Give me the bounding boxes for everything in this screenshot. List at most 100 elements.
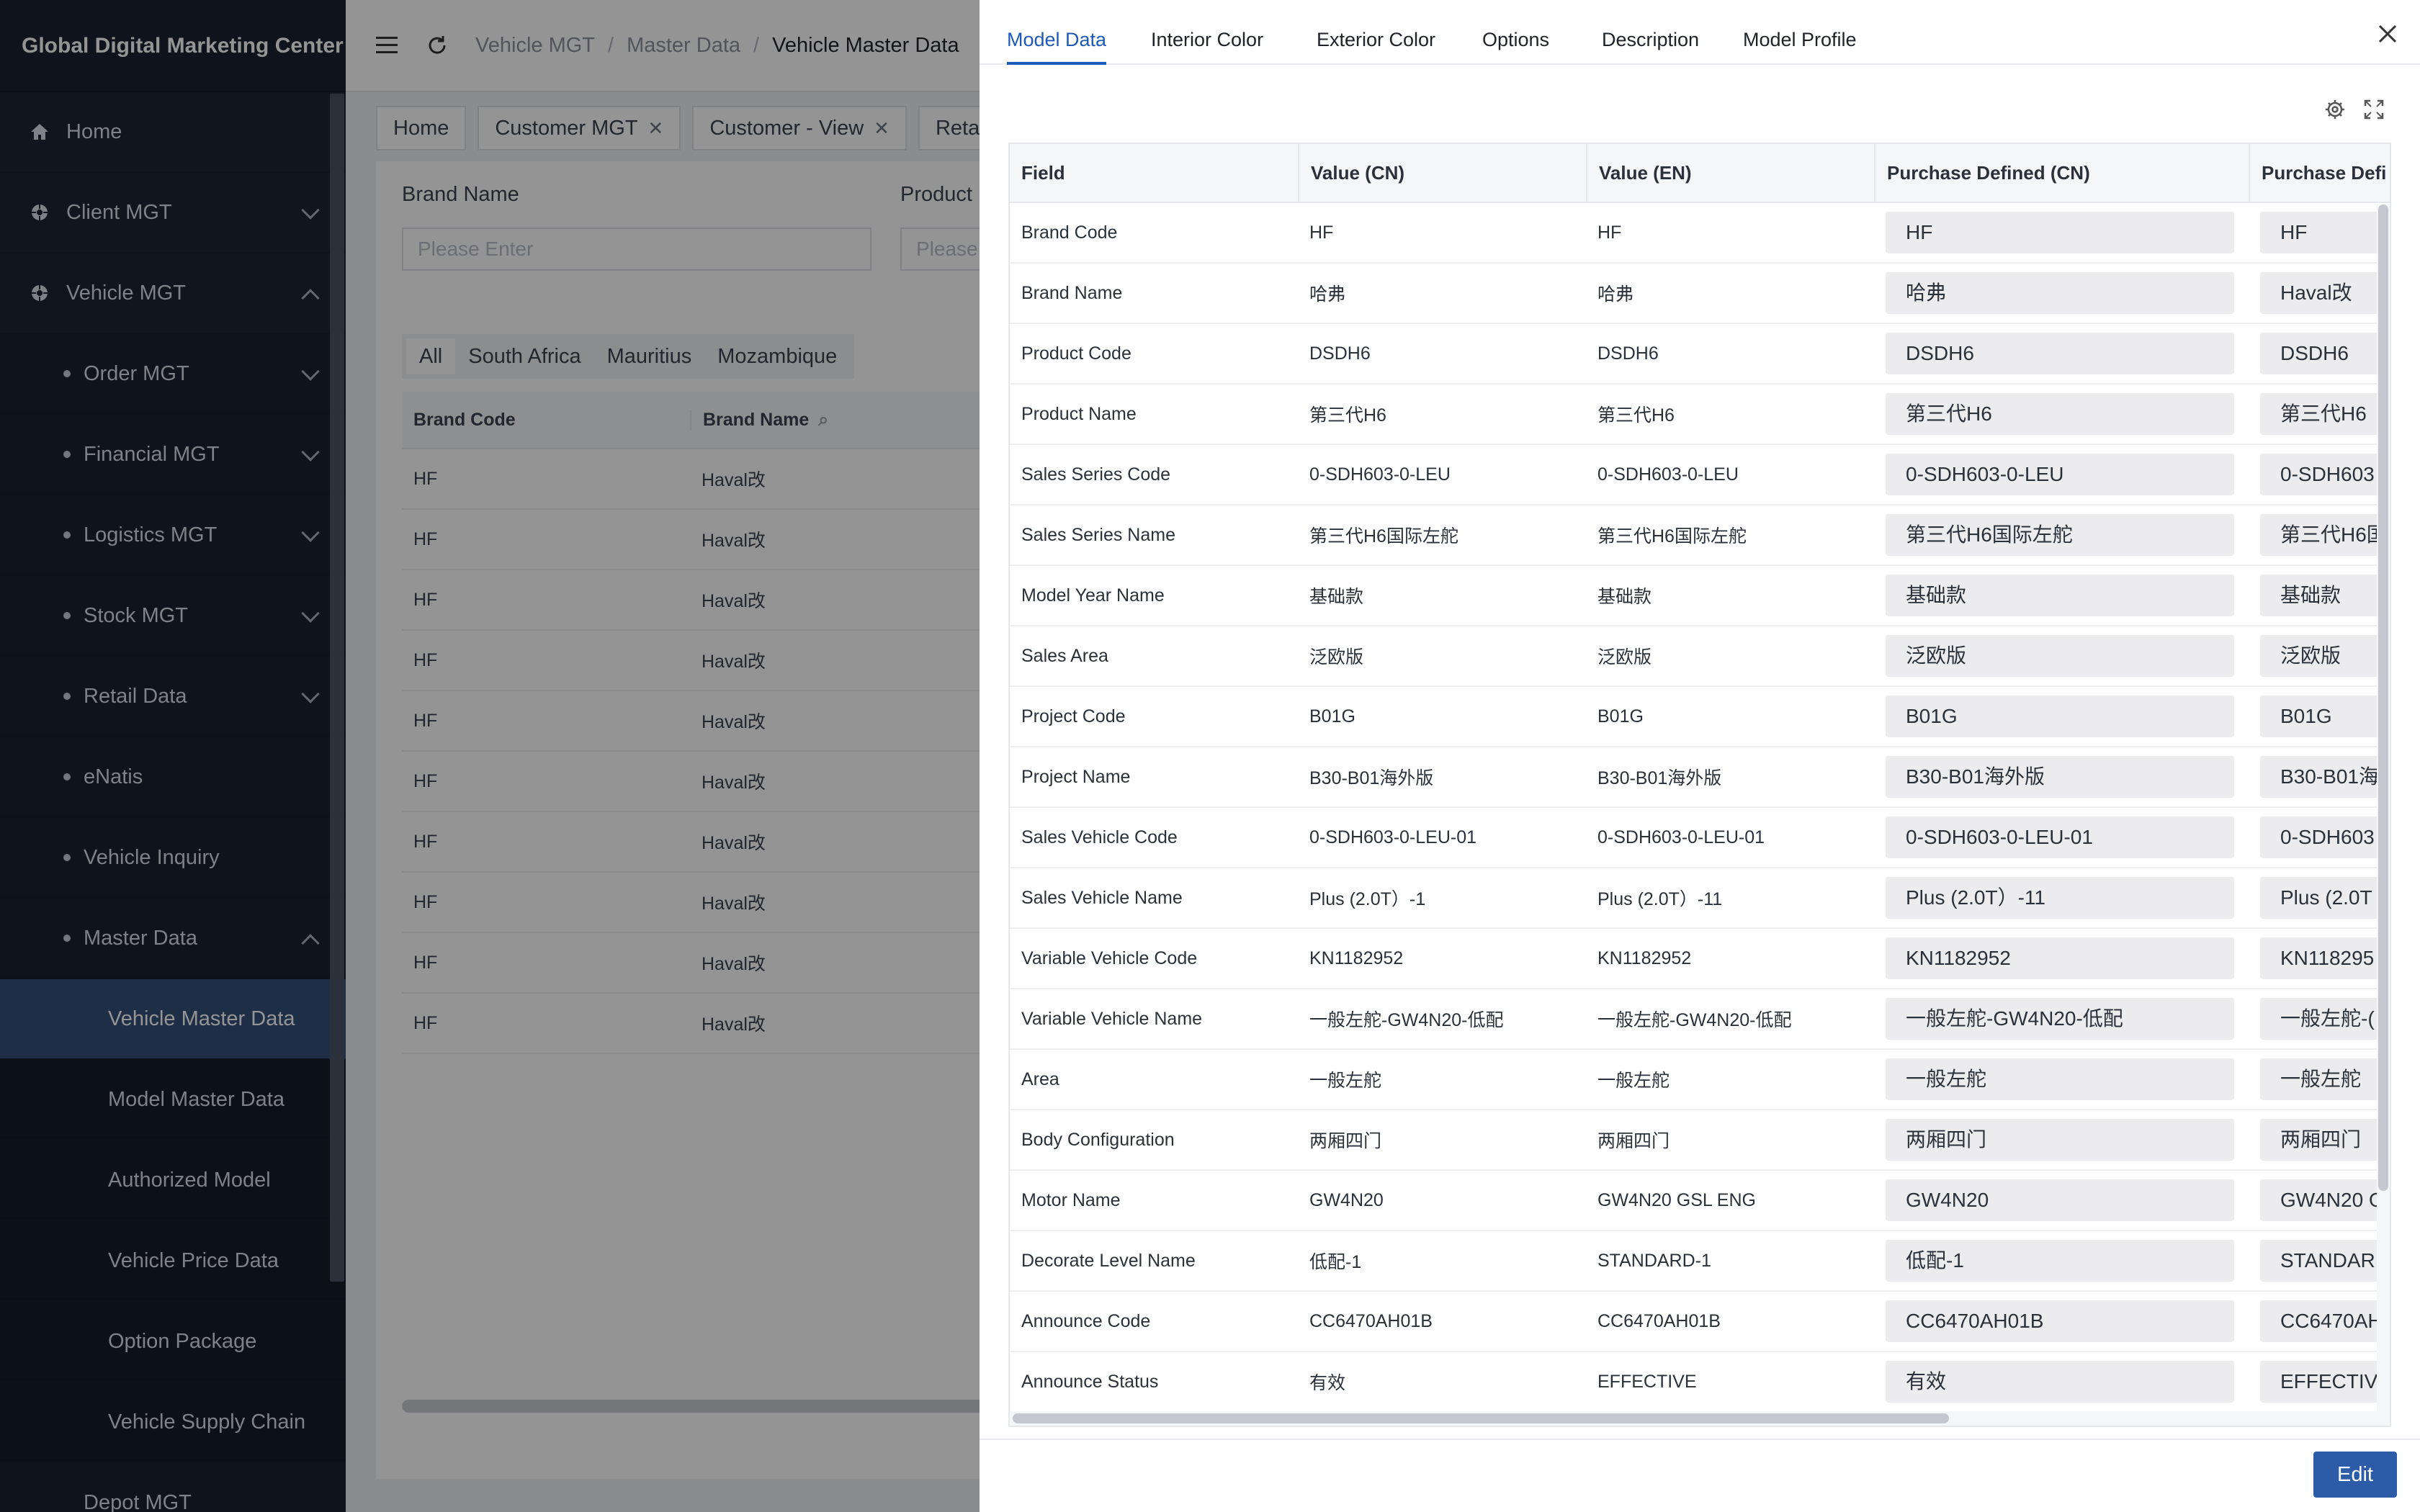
model-data-grid: Field Value (CN) Value (EN) Purchase Define… xyxy=(1008,143,2391,1427)
purchase-defined-input[interactable]: 第三代H6国 xyxy=(2260,514,2390,556)
purchase-defined-cell: 第三代H6 xyxy=(2249,384,2390,444)
purchase-defined-input[interactable]: 一般左舵-( xyxy=(2260,998,2390,1040)
purchase-defined-input[interactable]: Haval改 xyxy=(2260,272,2390,314)
purchase-defined-input[interactable]: 一般左舵 xyxy=(2260,1058,2390,1100)
purchase-defined-input[interactable]: 第三代H6国际左舵 xyxy=(1886,514,2234,556)
field-name: Announce Code xyxy=(1021,1310,1151,1331)
grid-tools xyxy=(2308,98,2385,121)
purchase-defined-input[interactable]: KN1182952 xyxy=(1886,937,2234,979)
purchase-defined-input[interactable]: KN118295 xyxy=(2260,937,2390,979)
column-header-field: Field xyxy=(1021,161,1065,184)
field-value: 0-SDH603-0-LEU-01 xyxy=(1597,827,1765,847)
field-name: Project Name xyxy=(1021,766,1131,787)
tab-model-data[interactable]: Model Data xyxy=(1007,0,1107,65)
purchase-defined-input[interactable]: 一般左舵-GW4N20-低配 xyxy=(1886,998,2234,1040)
purchase-defined-input[interactable]: 0-SDH603 xyxy=(2260,454,2390,495)
field-value: 一般左舵-GW4N20-低配 xyxy=(1309,1010,1504,1030)
purchase-defined-input[interactable]: B01G xyxy=(1886,696,2234,737)
field-value: KN1182952 xyxy=(1597,948,1692,968)
purchase-defined-input[interactable]: 基础款 xyxy=(2260,575,2390,616)
purchase-defined-input[interactable]: 两厢四门 xyxy=(1886,1119,2234,1161)
purchase-defined-input[interactable]: DSDH6 xyxy=(2260,333,2390,374)
fullscreen-icon[interactable] xyxy=(2362,98,2385,121)
drawer-tabs: Model Data Interior Color Exterior Color Op… xyxy=(980,0,2420,65)
purchase-defined-input[interactable]: 一般左舵 xyxy=(1886,1058,2234,1100)
grid-row-product-code: Product Code DSDH6 DSDH6 DSDH6 DSDH6 xyxy=(1010,324,2390,384)
tab-description[interactable]: Description xyxy=(1602,0,1699,65)
grid-row-model-year-name: Model Year Name 基础款 基础款 基础款 基础款 xyxy=(1010,566,2390,626)
purchase-defined-input[interactable]: Plus (2.0T）-11 xyxy=(1886,877,2234,919)
field-name: Project Code xyxy=(1021,706,1126,726)
field-name: Variable Vehicle Name xyxy=(1021,1008,1203,1029)
field-value: 一般左舵 xyxy=(1597,1071,1670,1091)
tab-model-profile[interactable]: Model Profile xyxy=(1743,0,1857,65)
purchase-defined-input[interactable]: 泛欧版 xyxy=(2260,635,2390,677)
purchase-defined-cell: DSDH6 xyxy=(2249,324,2390,383)
field-value: KN1182952 xyxy=(1309,948,1404,968)
edit-button[interactable]: Edit xyxy=(2313,1452,2397,1498)
field-value: 泛欧版 xyxy=(1597,647,1652,667)
purchase-defined-cell: HF xyxy=(2249,203,2390,262)
scrollbar-thumb[interactable] xyxy=(2378,204,2388,1191)
purchase-defined-input[interactable]: 基础款 xyxy=(1886,575,2234,616)
purchase-defined-input[interactable]: 0-SDH603 xyxy=(2260,816,2390,858)
purchase-defined-input[interactable]: CC6470AH01B xyxy=(1886,1300,2234,1342)
field-name: Sales Vehicle Code xyxy=(1021,827,1178,847)
purchase-defined-cell: Plus (2.0T）-11 xyxy=(1874,868,2249,927)
field-value: 哈弗 xyxy=(1597,284,1634,305)
purchase-defined-input[interactable]: 哈弗 xyxy=(1886,272,2234,314)
purchase-defined-input[interactable]: 泛欧版 xyxy=(1886,635,2234,677)
purchase-defined-input[interactable]: CC6470AH xyxy=(2260,1300,2390,1342)
purchase-defined-input[interactable]: 0-SDH603-0-LEU-01 xyxy=(1886,816,2234,858)
field-value: 哈弗 xyxy=(1309,284,1346,305)
purchase-defined-input[interactable]: GW4N20 G xyxy=(2260,1179,2390,1221)
purchase-defined-input[interactable]: B30-B01海 xyxy=(2260,756,2390,798)
purchase-defined-input[interactable]: 低配-1 xyxy=(1886,1240,2234,1282)
close-icon[interactable] xyxy=(2375,22,2400,46)
tab-interior-color[interactable]: Interior Color xyxy=(1151,0,1263,65)
tab-exterior-color[interactable]: Exterior Color xyxy=(1317,0,1435,65)
purchase-defined-cell: 0-SDH603 xyxy=(2249,808,2390,867)
purchase-defined-cell: 两厢四门 xyxy=(2249,1110,2390,1169)
column-header-purchase-defi: Purchase Defi xyxy=(2249,144,2390,202)
purchase-defined-input[interactable]: B30-B01海外版 xyxy=(1886,756,2234,798)
field-value: Plus (2.0T）-11 xyxy=(1597,889,1723,909)
scrollbar-thumb[interactable] xyxy=(1013,1413,1949,1423)
field-value: 0-SDH603-0-LEU xyxy=(1309,464,1451,485)
purchase-defined-cell: B01G xyxy=(1874,687,2249,746)
field-value: 两厢四门 xyxy=(1597,1131,1670,1151)
purchase-defined-input[interactable]: HF xyxy=(2260,212,2390,253)
purchase-defined-input[interactable]: Plus (2.0T xyxy=(2260,877,2390,919)
purchase-defined-input[interactable]: 0-SDH603-0-LEU xyxy=(1886,454,2234,495)
field-value: 基础款 xyxy=(1309,587,1364,607)
purchase-defined-input[interactable]: GW4N20 xyxy=(1886,1179,2234,1221)
field-value: 基础款 xyxy=(1597,587,1652,607)
field-value: EFFECTIVE xyxy=(1597,1371,1697,1392)
field-value: B01G xyxy=(1597,706,1644,726)
purchase-defined-input[interactable]: 第三代H6 xyxy=(1886,393,2234,435)
purchase-defined-input[interactable]: STANDARI xyxy=(2260,1240,2390,1282)
purchase-defined-cell: B30-B01海 xyxy=(2249,747,2390,806)
purchase-defined-input[interactable]: 两厢四门 xyxy=(2260,1119,2390,1161)
purchase-defined-input[interactable]: 有效 xyxy=(1886,1361,2234,1403)
purchase-defined-input[interactable]: B01G xyxy=(2260,696,2390,737)
purchase-defined-input[interactable]: EFFECTIVI xyxy=(2260,1361,2390,1403)
purchase-defined-cell: HF xyxy=(1874,203,2249,262)
grid-row-project-code: Project Code B01G B01G B01G B01G xyxy=(1010,687,2390,747)
purchase-defined-cell: 一般左舵 xyxy=(2249,1050,2390,1109)
purchase-defined-cell: 低配-1 xyxy=(1874,1231,2249,1290)
purchase-defined-cell: 0-SDH603-0-LEU xyxy=(1874,445,2249,504)
field-name: Product Code xyxy=(1021,343,1131,364)
modal-overlay[interactable] xyxy=(0,0,980,1512)
purchase-defined-input[interactable]: HF xyxy=(1886,212,2234,253)
purchase-defined-input[interactable]: 第三代H6 xyxy=(2260,393,2390,435)
purchase-defined-input[interactable]: DSDH6 xyxy=(1886,333,2234,374)
grid-vertical-scrollbar[interactable] xyxy=(2377,204,2390,1426)
tab-options[interactable]: Options xyxy=(1482,0,1549,65)
column-header-value-en: Value (EN) xyxy=(1586,144,1874,202)
purchase-defined-cell: Plus (2.0T xyxy=(2249,868,2390,927)
gear-icon[interactable] xyxy=(2323,98,2347,121)
field-value: 0-SDH603-0-LEU-01 xyxy=(1309,827,1477,847)
purchase-defined-cell: 有效 xyxy=(1874,1352,2249,1411)
grid-horizontal-scrollbar[interactable] xyxy=(1010,1411,2390,1426)
